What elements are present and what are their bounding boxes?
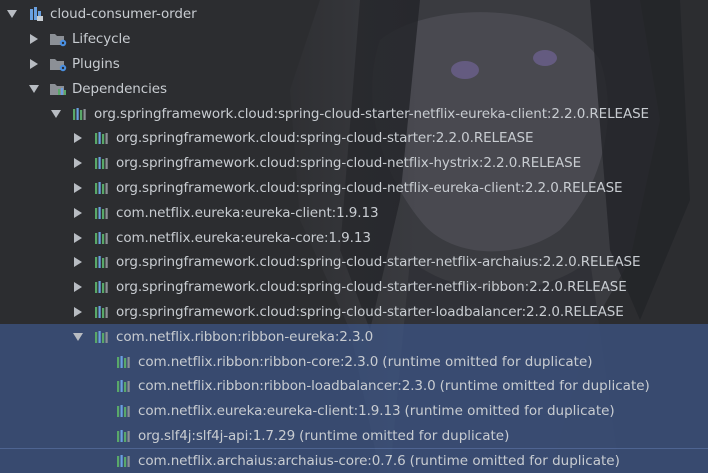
tree-root[interactable]: cloud-consumer-order	[0, 2, 708, 27]
tree-item-label: Dependencies	[72, 80, 167, 97]
dependency-label: com.netflix.eureka:eureka-client:1.9.13	[138, 403, 401, 420]
chevron-right-icon[interactable]	[72, 232, 84, 244]
dependency-child[interactable]: com.netflix.eureka:eureka-core:1.9.13	[0, 225, 708, 250]
library-icon	[93, 180, 111, 196]
tree-item-dependencies[interactable]: Dependencies	[0, 76, 708, 101]
dependency-duplicate[interactable]: com.netflix.eureka:eureka-client:1.9.13 …	[0, 398, 708, 424]
dependency-child[interactable]: org.springframework.cloud:spring-cloud-s…	[0, 300, 708, 325]
dependency-label: com.netflix.eureka:eureka-client:1.9.13	[116, 204, 379, 221]
chevron-down-icon[interactable]	[28, 83, 40, 95]
library-icon	[93, 329, 111, 345]
tree-item-lifecycle[interactable]: Lifecycle	[0, 27, 708, 52]
dependency-eureka-starter[interactable]: org.springframework.cloud:spring-cloud-s…	[0, 101, 708, 126]
dependency-label: org.springframework.cloud:spring-cloud-s…	[116, 130, 534, 147]
library-icon	[93, 205, 111, 221]
chevron-right-icon[interactable]	[72, 157, 84, 169]
library-icon	[93, 130, 111, 146]
tree-item-label: Plugins	[72, 55, 120, 72]
library-icon	[71, 106, 89, 122]
dependency-child[interactable]: org.springframework.cloud:spring-cloud-n…	[0, 151, 708, 176]
dependency-child[interactable]: org.springframework.cloud:spring-cloud-s…	[0, 275, 708, 300]
library-icon	[115, 403, 133, 419]
dependency-label: org.springframework.cloud:spring-cloud-s…	[116, 303, 624, 320]
dependency-child[interactable]: org.springframework.cloud:spring-cloud-s…	[0, 250, 708, 275]
dependency-child[interactable]: com.netflix.eureka:eureka-client:1.9.13	[0, 200, 708, 225]
dependency-child[interactable]: org.springframework.cloud:spring-cloud-n…	[0, 176, 708, 201]
dependency-duplicate[interactable]: com.netflix.ribbon:ribbon-core:2.3.0 (ru…	[0, 349, 708, 374]
duplicate-note: (runtime omitted for duplicate)	[409, 452, 620, 469]
chevron-right-icon[interactable]	[28, 33, 40, 45]
library-icon	[93, 279, 111, 295]
dependency-label: com.netflix.eureka:eureka-core:1.9.13	[116, 229, 371, 246]
chevron-right-icon[interactable]	[72, 256, 84, 268]
duplicate-note: (runtime omitted for duplicate)	[382, 353, 593, 370]
dependency-label: org.springframework.cloud:spring-cloud-s…	[116, 254, 641, 271]
chevron-right-icon[interactable]	[72, 132, 84, 144]
chevron-right-icon[interactable]	[28, 58, 40, 70]
library-folder-icon	[49, 81, 67, 97]
tree-root-label: cloud-consumer-order	[50, 6, 197, 23]
dependency-ribbon-eureka[interactable]: com.netflix.ribbon:ribbon-eureka:2.3.0	[0, 324, 708, 350]
library-icon	[93, 155, 111, 171]
chevron-right-icon[interactable]	[72, 207, 84, 219]
chevron-right-icon[interactable]	[72, 281, 84, 293]
maven-module-icon	[27, 6, 45, 22]
chevron-down-icon[interactable]	[72, 331, 84, 343]
folder-gear-icon	[49, 56, 67, 72]
dependency-label: org.springframework.cloud:spring-cloud-n…	[116, 155, 582, 172]
dependency-label: com.netflix.ribbon:ribbon-loadbalancer:2…	[138, 378, 436, 395]
tree-item-label: Lifecycle	[72, 31, 131, 48]
dependency-label: org.springframework.cloud:spring-cloud-s…	[116, 279, 627, 296]
dependency-tree: cloud-consumer-order Lifecycle Plugins D…	[0, 2, 708, 473]
library-icon	[115, 453, 133, 469]
dependency-label: com.netflix.ribbon:ribbon-core:2.3.0	[138, 353, 379, 370]
dependency-label: org.slf4j:slf4j-api:1.7.29	[138, 427, 296, 444]
dependency-duplicate[interactable]: com.netflix.ribbon:ribbon-loadbalancer:2…	[0, 373, 708, 399]
folder-gear-icon	[49, 31, 67, 47]
duplicate-note: (runtime omitted for duplicate)	[404, 403, 615, 420]
library-icon	[93, 230, 111, 246]
dependency-child[interactable]: org.springframework.cloud:spring-cloud-s…	[0, 126, 708, 151]
library-icon	[115, 354, 133, 370]
dependency-label: org.springframework.cloud:spring-cloud-s…	[94, 105, 649, 122]
tree-item-plugins[interactable]: Plugins	[0, 52, 708, 77]
chevron-right-icon[interactable]	[72, 306, 84, 318]
duplicate-note: (runtime omitted for duplicate)	[439, 378, 650, 395]
library-icon	[93, 254, 111, 270]
chevron-right-icon[interactable]	[72, 182, 84, 194]
chevron-down-icon[interactable]	[50, 108, 62, 120]
dependency-label: com.netflix.archaius:archaius-core:0.7.6	[138, 452, 406, 469]
duplicate-note: (runtime omitted for duplicate)	[299, 427, 510, 444]
chevron-down-icon[interactable]	[6, 8, 18, 20]
library-icon	[115, 428, 133, 444]
library-icon	[115, 378, 133, 394]
dependency-duplicate[interactable]: org.slf4j:slf4j-api:1.7.29 (runtime omit…	[0, 423, 708, 449]
dependency-duplicate[interactable]: com.netflix.archaius:archaius-core:0.7.6…	[0, 448, 708, 473]
dependency-label: org.springframework.cloud:spring-cloud-n…	[116, 179, 623, 196]
dependency-label: com.netflix.ribbon:ribbon-eureka:2.3.0	[116, 328, 374, 345]
library-icon	[93, 304, 111, 320]
maven-dependency-tree-panel: cloud-consumer-order Lifecycle Plugins D…	[0, 0, 708, 473]
